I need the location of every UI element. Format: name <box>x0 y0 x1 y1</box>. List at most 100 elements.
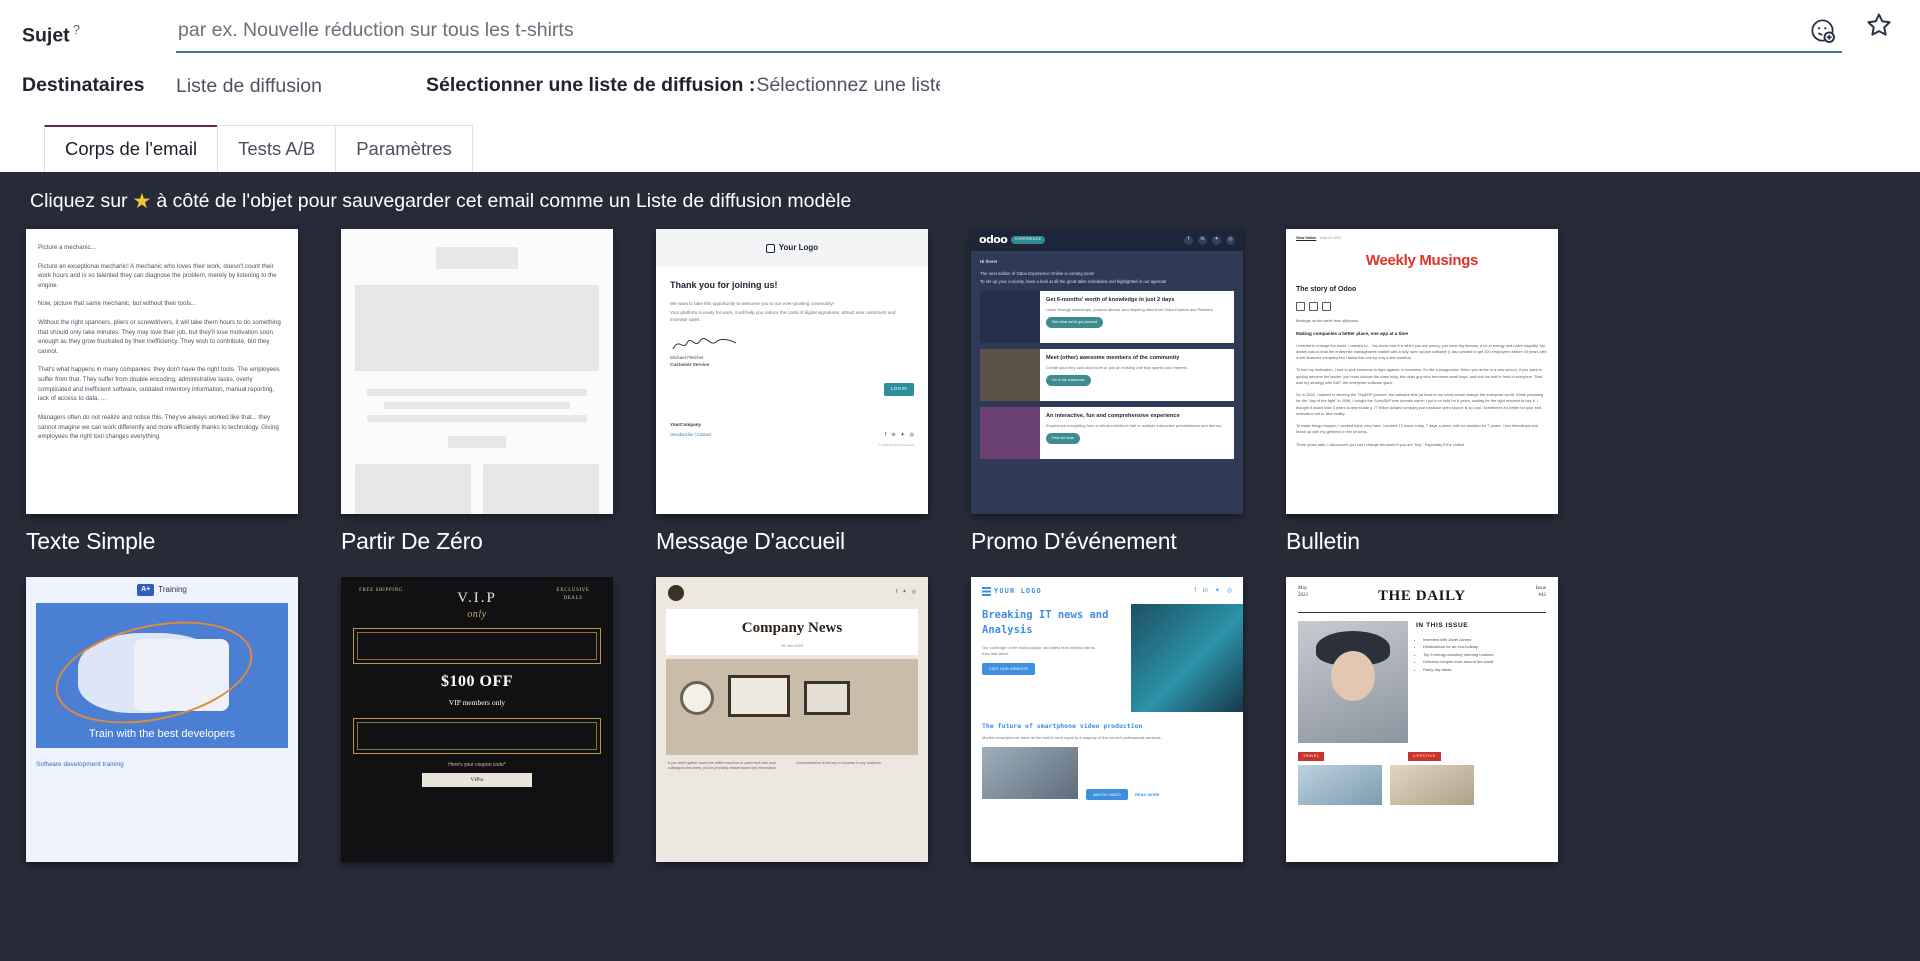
tab-ab-tests[interactable]: Tests A/B <box>217 124 337 172</box>
linkedin-icon[interactable]: in <box>1203 587 1208 596</box>
linkedin-icon[interactable]: in <box>1198 235 1207 245</box>
daily-issue-contents: IN THIS ISSUE Interview with Janet James… <box>1416 621 1546 743</box>
template-thumbnail-plain-text[interactable]: Picture a mechanic... Picture an excepti… <box>26 229 298 514</box>
template-thumbnail-it-news[interactable]: YOUR LOGO f in ✦ ◎ Breaking IT news and … <box>971 577 1243 862</box>
daily-cover-photo <box>1298 621 1408 744</box>
daily-item-1: Interview with Janet James <box>1423 636 1546 643</box>
mailing-list-group: Sélectionner une liste de diffusion : Sé… <box>426 74 940 97</box>
recipients-type-select[interactable]: Liste de diffusion <box>176 73 426 98</box>
twitter-icon[interactable]: ✦ <box>1215 587 1220 596</box>
event-card-1-image <box>980 290 1040 343</box>
daily-preview: May 2022 THE DAILY Issue #42 IN THIS ISS… <box>1286 577 1558 862</box>
welcome-signature-icon <box>670 333 914 353</box>
template-card-plain-text[interactable]: Picture a mechanic... Picture an excepti… <box>26 229 298 555</box>
template-title-newsletter: Bulletin <box>1286 528 1360 554</box>
welcome-login-button[interactable]: LOGIN <box>883 382 914 396</box>
instagram-icon[interactable]: ◎ <box>912 589 916 597</box>
daily-tags: TRAVEL LIFESTYLE <box>1286 743 1558 761</box>
event-card-3-button[interactable]: Find out more <box>1046 433 1081 444</box>
subject-label-text: Sujet <box>22 24 70 47</box>
daily-title: THE DAILY <box>1377 588 1466 604</box>
event-card-2-image <box>980 348 1040 401</box>
vip-deco-frame-bottom <box>353 717 601 754</box>
daily-item-3: Top 5 energy-boosting morning routines <box>1423 651 1546 658</box>
vip-offer-amount: $100 OFF <box>441 672 513 690</box>
plain-text-p6: Managers often do not realize and notice… <box>38 413 279 441</box>
daily-thumbs <box>1286 761 1558 805</box>
twitter-icon[interactable]: ✦ <box>900 432 904 440</box>
template-thumbnail-event-promo[interactable]: odoo EXPERIENCE f in ✦ ◎ Hi there! The n… <box>971 229 1243 514</box>
plain-text-p3: Now, picture that same mechanic, but wit… <box>38 300 197 308</box>
facebook-icon[interactable]: f <box>885 432 886 440</box>
facebook-icon[interactable] <box>1296 302 1305 312</box>
linkedin-icon[interactable]: in <box>892 432 896 440</box>
event-intro: Hi there! The next edition of Odoo Exper… <box>971 251 1243 291</box>
template-card-start-from-scratch[interactable]: Partir De Zéro <box>341 229 613 555</box>
mailing-list-select[interactable]: Sélectionnez une liste de diffusion <box>755 74 940 97</box>
template-card-welcome[interactable]: Your Logo Thank you for joining us! We w… <box>656 229 928 555</box>
event-card-2-button[interactable]: Go to the chatrooms <box>1046 375 1091 386</box>
facebook-icon[interactable]: f <box>1194 587 1196 596</box>
facebook-icon[interactable]: f <box>896 589 897 597</box>
template-title-plain-text: Texte Simple <box>26 528 156 554</box>
tab-email-body[interactable]: Corps de l'email <box>44 124 219 172</box>
it-news-text: Our coverage of the most popular and lat… <box>982 644 1095 656</box>
template-card-event-promo[interactable]: odoo EXPERIENCE f in ✦ ◎ Hi there! The n… <box>971 229 1243 555</box>
event-card-1-button[interactable]: See what we've got planned <box>1046 317 1103 328</box>
mailing-list-label: Sélectionner une liste de diffusion : <box>426 73 756 96</box>
email-marketing-composer: Sujet? emoji-picker-icon <box>0 0 1920 961</box>
event-social-icons: f in ✦ ◎ <box>1184 235 1235 245</box>
it-news-hero-image <box>1131 603 1243 712</box>
template-thumbnail-vip[interactable]: FREE SHIPPING V.I.P only EXCLUSIVE DEALS… <box>341 577 613 862</box>
daily-date: May 2022 <box>1298 586 1308 600</box>
template-card-vip[interactable]: FREE SHIPPING V.I.P only EXCLUSIVE DEALS… <box>341 577 613 903</box>
template-card-company-news[interactable]: f ✦ ◎ Company News 28 Jan 2022 If you di… <box>656 577 928 903</box>
wireframe-col-right <box>483 464 599 514</box>
instagram-icon[interactable]: ◎ <box>910 432 914 440</box>
vip-right-label: EXCLUSIVE DEALS <box>556 588 590 601</box>
vip-coupon-label: Here's your coupon code* <box>448 761 506 768</box>
it-news-read-more-link[interactable]: READ MORE <box>1135 792 1159 797</box>
favorite-template-star-icon[interactable] <box>1850 10 1898 40</box>
template-card-training[interactable]: A+ Training Train with the best develope… <box>26 577 298 903</box>
twitter-icon[interactable]: ✦ <box>1212 235 1221 245</box>
it-news-cta-button[interactable]: VISIT OUR WEBSITE <box>982 662 1036 675</box>
newsletter-view-online-link[interactable]: View Online <box>1296 236 1316 240</box>
template-thumbnail-daily[interactable]: May 2022 THE DAILY Issue #42 IN THIS ISS… <box>1286 577 1558 862</box>
subject-help-icon[interactable]: ? <box>73 22 80 37</box>
it-news-text-2: Modern smartphones have all the built-in… <box>982 734 1162 740</box>
it-news-heading: Breaking IT news and Analysis <box>982 608 1109 636</box>
newsletter-p2: To fuel my motivation, I had to pick som… <box>1296 367 1542 385</box>
welcome-body-2: Your platform is ready for work, it will… <box>670 310 896 323</box>
welcome-footer-links[interactable]: Unsubscribe | Contact <box>670 432 711 438</box>
template-thumbnail-company-news[interactable]: f ✦ ◎ Company News 28 Jan 2022 If you di… <box>656 577 928 862</box>
it-news-watch-video-button[interactable]: WATCH VIDEO <box>1086 788 1128 800</box>
facebook-icon[interactable]: f <box>1184 235 1193 245</box>
template-thumbnail-newsletter[interactable]: View Online · June 22 2022 Weekly Musing… <box>1286 229 1558 514</box>
newsletter-p4: To make things happen, I worked hard, ve… <box>1296 423 1539 435</box>
template-thumbnail-start-from-scratch[interactable] <box>341 229 613 514</box>
template-card-newsletter[interactable]: View Online · June 22 2022 Weekly Musing… <box>1286 229 1558 555</box>
daily-item-2: Destinations for an eco-holiday <box>1423 643 1546 650</box>
recipients-row: Destinataires Liste de diffusion Sélecti… <box>22 66 1898 104</box>
linkedin-icon[interactable] <box>1322 302 1331 312</box>
event-card-2-content: Meet (other) awesome members of the comm… <box>1040 349 1194 401</box>
template-thumbnail-welcome[interactable]: Your Logo Thank you for joining us! We w… <box>656 229 928 514</box>
company-news-right-text: Communication is the key to success in a… <box>796 760 882 765</box>
twitter-icon[interactable] <box>1309 302 1318 312</box>
template-thumbnail-training[interactable]: A+ Training Train with the best develope… <box>26 577 298 862</box>
instagram-icon[interactable]: ◎ <box>1226 235 1235 245</box>
welcome-footer-rights: © 2022 All Rights Reserved <box>878 443 914 448</box>
event-card-1-content: Get 6-months' worth of knowledge in just… <box>1040 291 1220 343</box>
template-title-start-from-scratch: Partir De Zéro <box>341 528 483 554</box>
tab-settings[interactable]: Paramètres <box>335 124 473 172</box>
template-card-daily[interactable]: May 2022 THE DAILY Issue #42 IN THIS ISS… <box>1286 577 1558 903</box>
subject-input[interactable] <box>176 17 1803 44</box>
template-card-it-news[interactable]: YOUR LOGO f in ✦ ◎ Breaking IT news and … <box>971 577 1243 903</box>
event-pill-badge: EXPERIENCE <box>1011 235 1046 245</box>
instagram-icon[interactable]: ◎ <box>1227 587 1232 596</box>
vip-coupon-code: VIPio <box>422 773 532 788</box>
welcome-signature-role: Customer Service <box>670 362 710 368</box>
emoji-picker-icon[interactable] <box>1803 17 1842 44</box>
twitter-icon[interactable]: ✦ <box>902 589 906 597</box>
